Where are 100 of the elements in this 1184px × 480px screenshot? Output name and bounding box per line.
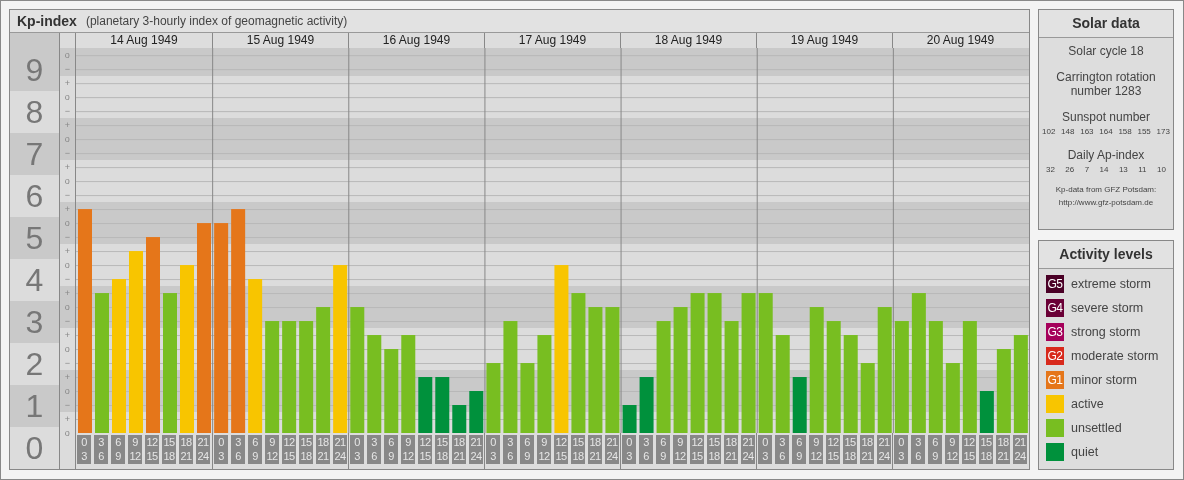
time-slot-label: 18 21 [179, 435, 193, 464]
time-slot-label: 12 15 [826, 435, 840, 464]
time-slot-label: 15 18 [979, 435, 993, 464]
sunspot-value: 164 [1099, 127, 1113, 136]
level-badge: G3 [1046, 323, 1064, 341]
time-slot-label: 12 15 [554, 435, 568, 464]
time-slot-label: 18 21 [452, 435, 466, 464]
carrington-text: Carrington rotation number 1283 [1055, 70, 1157, 98]
time-slot-label: 21 24 [1013, 435, 1027, 464]
time-slot-label: 18 21 [996, 435, 1010, 464]
time-slot-label: 9 12 [673, 435, 687, 464]
level-label: unsettled [1071, 421, 1122, 435]
date-label: 14 Aug 1949 [109, 33, 179, 48]
time-slot-label: 15 18 [162, 435, 176, 464]
axis-label: 6 [24, 177, 45, 216]
time-slot-label: 9 12 [401, 435, 415, 464]
level-label: quiet [1071, 445, 1099, 459]
time-slot-label: 3 6 [94, 435, 108, 464]
time-slot-label: 12 15 [690, 435, 704, 464]
level-badge: G5 [1046, 275, 1064, 293]
time-slot-label: 6 9 [792, 435, 806, 464]
time-slot-label: 0 3 [77, 435, 91, 464]
sublevel-mark: o [64, 428, 70, 438]
level-label: minor storm [1071, 373, 1137, 387]
sublevel-mark: + [64, 78, 70, 88]
time-slot-label: 3 6 [775, 435, 789, 464]
time-slot-label: 15 18 [571, 435, 585, 464]
sublevel-mark: + [64, 330, 70, 340]
ap-value: 26 [1065, 165, 1075, 174]
sublevel-mark: + [64, 246, 70, 256]
sublevel-mark: − [64, 232, 70, 242]
time-slot-label: 21 24 [333, 435, 347, 464]
time-slot-label: 12 15 [418, 435, 432, 464]
time-slot-label: 6 9 [520, 435, 534, 464]
time-slot-label: 12 15 [962, 435, 976, 464]
time-slot-label: 12 15 [282, 435, 296, 464]
sublevel-mark: + [64, 414, 70, 424]
sublevel-mark: − [64, 400, 70, 410]
axis-label: 8 [24, 93, 45, 132]
time-slot-label: 9 12 [128, 435, 142, 464]
time-slot-label: 0 3 [214, 435, 228, 464]
time-slot-label: 9 12 [537, 435, 551, 464]
credit-text: http://www.gfz-potsdam.de [1058, 198, 1154, 208]
time-slot-label: 0 3 [350, 435, 364, 464]
time-slot-label: 21 24 [605, 435, 619, 464]
time-slot-label: 3 6 [639, 435, 653, 464]
sublevel-mark: o [64, 176, 70, 186]
time-slot-label: 3 6 [503, 435, 517, 464]
sublevel-mark: − [64, 316, 70, 326]
time-slot-label: 15 18 [843, 435, 857, 464]
level-badge: G2 [1046, 347, 1064, 365]
time-slot-label: 3 6 [911, 435, 925, 464]
ap-index-label: Daily Ap-index [1067, 148, 1145, 162]
panel-title: Solar data [1039, 10, 1173, 38]
time-slot-label: 15 18 [707, 435, 721, 464]
level-label: severe storm [1071, 301, 1144, 315]
sublevel-mark: − [64, 358, 70, 368]
level-label: strong storm [1071, 325, 1141, 339]
axis-label: 9 [24, 51, 45, 90]
solar-cycle-text: Solar cycle 18 [1068, 44, 1144, 58]
time-slot-label: 15 18 [299, 435, 313, 464]
ap-value: 7 [1084, 165, 1090, 174]
sublevel-mark: o [64, 344, 70, 354]
time-slot-label: 18 21 [316, 435, 330, 464]
sublevel-mark: + [64, 120, 70, 130]
sunspot-value: 173 [1156, 127, 1170, 136]
ap-value: 10 [1157, 165, 1166, 174]
panel-title: Activity levels [1039, 241, 1173, 269]
axis-label: 3 [24, 303, 45, 342]
chart-subtitle: (planetary 3-hourly index of geomagnetic activity) [85, 14, 348, 28]
sublevel-mark: o [64, 92, 70, 102]
time-slot-label: 0 3 [486, 435, 500, 464]
time-slot-label: 6 9 [928, 435, 942, 464]
time-slot-label: 3 6 [231, 435, 245, 464]
axis-label: 7 [24, 135, 45, 174]
ap-value: 11 [1138, 165, 1147, 174]
time-slot-label: 18 21 [860, 435, 874, 464]
time-slot-label: 6 9 [111, 435, 125, 464]
time-slot-label: 0 3 [622, 435, 636, 464]
time-slot-label: 6 9 [384, 435, 398, 464]
ap-value: 14 [1099, 165, 1109, 174]
level-label: extreme storm [1071, 277, 1151, 291]
time-slot-label: 18 21 [724, 435, 738, 464]
sunspot-value: 155 [1137, 127, 1151, 136]
sublevel-mark: o [64, 260, 70, 270]
sublevel-mark: + [64, 204, 70, 214]
time-slot-label: 18 21 [588, 435, 602, 464]
sublevel-mark: + [64, 162, 70, 172]
time-slot-label: 21 24 [741, 435, 755, 464]
time-slot-label: 6 9 [656, 435, 670, 464]
time-slot-label: 21 24 [469, 435, 483, 464]
sublevel-mark: + [64, 372, 70, 382]
time-slot-label: 9 12 [265, 435, 279, 464]
time-slot-label: 21 24 [196, 435, 210, 464]
ap-value: 32 [1046, 165, 1055, 174]
sunspot-value: 102 [1042, 127, 1056, 136]
time-slot-label: 9 12 [809, 435, 823, 464]
axis-label: 0 [24, 429, 45, 468]
axis-label: 1 [24, 387, 45, 426]
axis-label: 4 [24, 261, 45, 300]
